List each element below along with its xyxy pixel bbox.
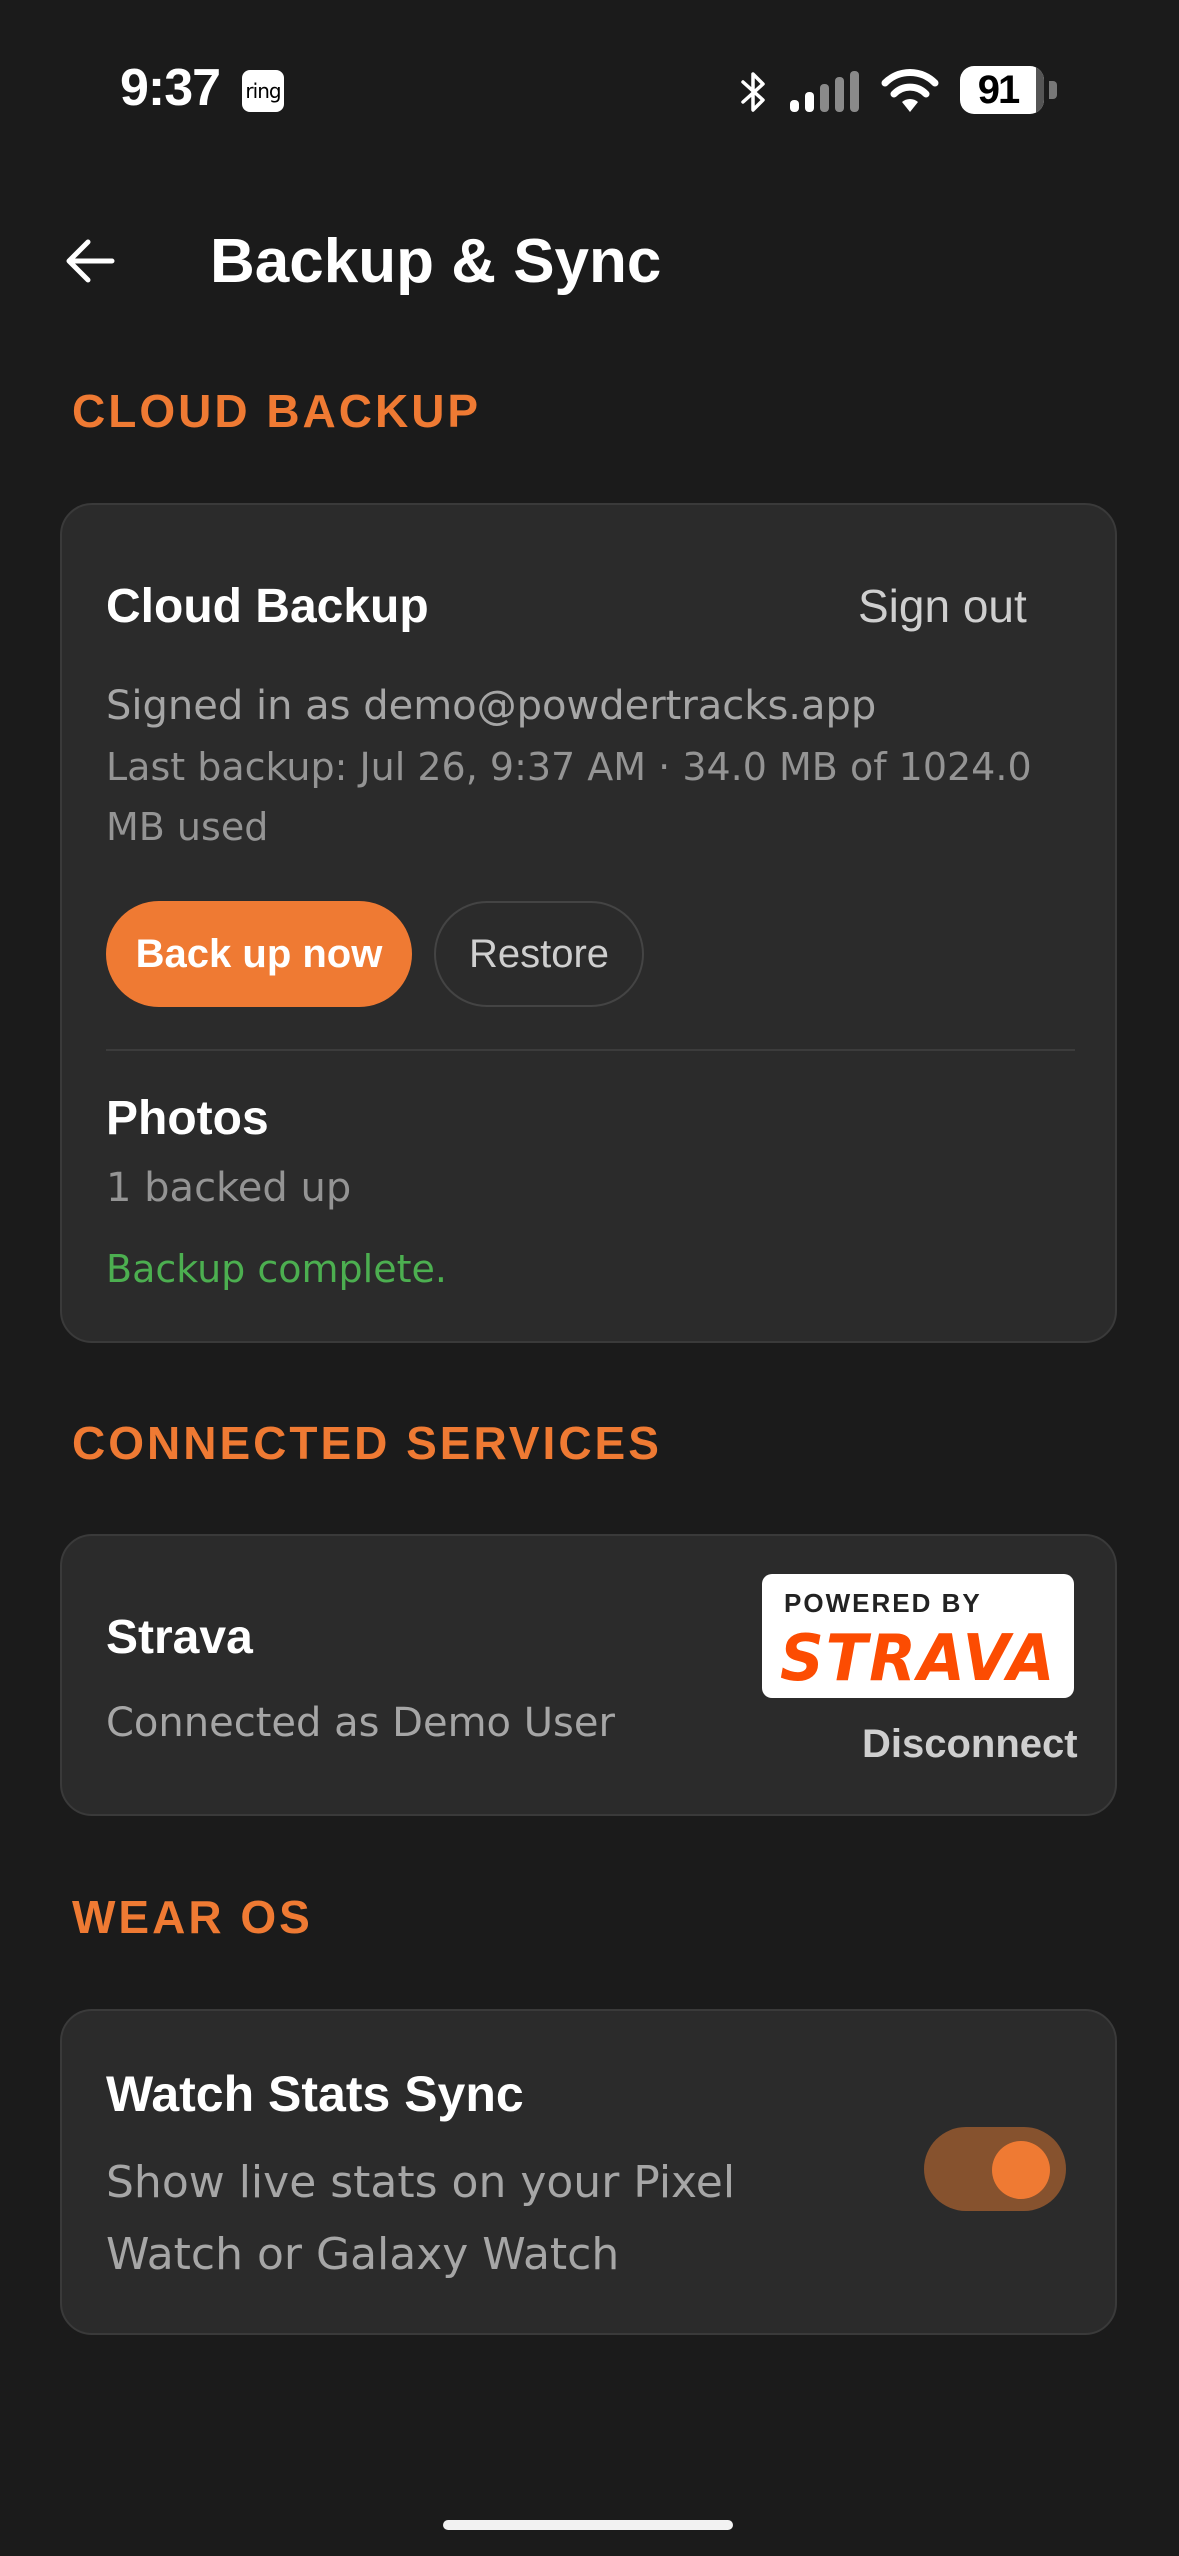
strava-logo: POWERED BY STRAVA xyxy=(762,1574,1074,1698)
wifi-icon xyxy=(881,69,939,112)
strava-card: Strava Connected as Demo User POWERED BY… xyxy=(60,1534,1117,1816)
watch-stats-card: Watch Stats Sync Show live stats on your… xyxy=(60,2009,1117,2335)
watch-stats-toggle[interactable] xyxy=(924,2127,1066,2211)
back-up-now-button[interactable]: Back up now xyxy=(106,901,412,1007)
strava-connected-as: Connected as Demo User xyxy=(106,1700,615,1746)
signed-in-email: Signed in as demo@powdertracks.app xyxy=(106,683,877,729)
section-header-cloud-backup: CLOUD BACKUP xyxy=(72,385,482,437)
back-arrow-icon[interactable] xyxy=(50,220,132,302)
strava-title: Strava xyxy=(106,1611,253,1664)
last-backup-info: Last backup: Jul 26, 9:37 AM · 34.0 MB o… xyxy=(106,737,1032,857)
disconnect-button[interactable]: Disconnect xyxy=(862,1722,1078,1767)
last-backup-line-2: MB used xyxy=(106,805,269,849)
watch-stats-description: Show live stats on your Pixel Watch or G… xyxy=(106,2147,735,2291)
section-header-wear-os: WEAR OS xyxy=(72,1891,313,1943)
divider xyxy=(106,1049,1075,1051)
backup-status: Backup complete. xyxy=(106,1247,447,1291)
toggle-thumb xyxy=(992,2141,1050,2199)
cloud-backup-title: Cloud Backup xyxy=(106,580,429,633)
watch-stats-description-line-1: Show live stats on your Pixel xyxy=(106,2157,736,2208)
photos-title: Photos xyxy=(106,1092,269,1145)
section-header-connected-services: CONNECTED SERVICES xyxy=(72,1417,662,1469)
battery-level: 91 xyxy=(977,68,1021,112)
restore-button[interactable]: Restore xyxy=(434,901,644,1007)
cloud-backup-card: Cloud Backup Sign out Signed in as demo@… xyxy=(60,503,1117,1343)
last-backup-line-1: Last backup: Jul 26, 9:37 AM · 34.0 MB o… xyxy=(106,745,1032,789)
strava-wordmark: STRAVA xyxy=(780,1622,1057,1696)
cell-signal-icon xyxy=(790,71,859,112)
photos-count: 1 backed up xyxy=(106,1165,352,1211)
status-bar: 9:37 ring 91 xyxy=(0,0,1179,180)
ring-app-icon: ring xyxy=(242,70,284,112)
home-indicator[interactable] xyxy=(443,2520,733,2530)
bluetooth-icon xyxy=(741,72,765,112)
watch-stats-title: Watch Stats Sync xyxy=(106,2066,524,2122)
watch-stats-description-line-2: Watch or Galaxy Watch xyxy=(106,2229,620,2280)
status-time: 9:37 xyxy=(120,59,221,117)
page-title: Backup & Sync xyxy=(210,227,662,296)
sign-out-button[interactable]: Sign out xyxy=(858,579,1027,633)
powered-by-label: POWERED BY xyxy=(784,1588,982,1618)
battery-icon: 91 xyxy=(960,66,1058,114)
